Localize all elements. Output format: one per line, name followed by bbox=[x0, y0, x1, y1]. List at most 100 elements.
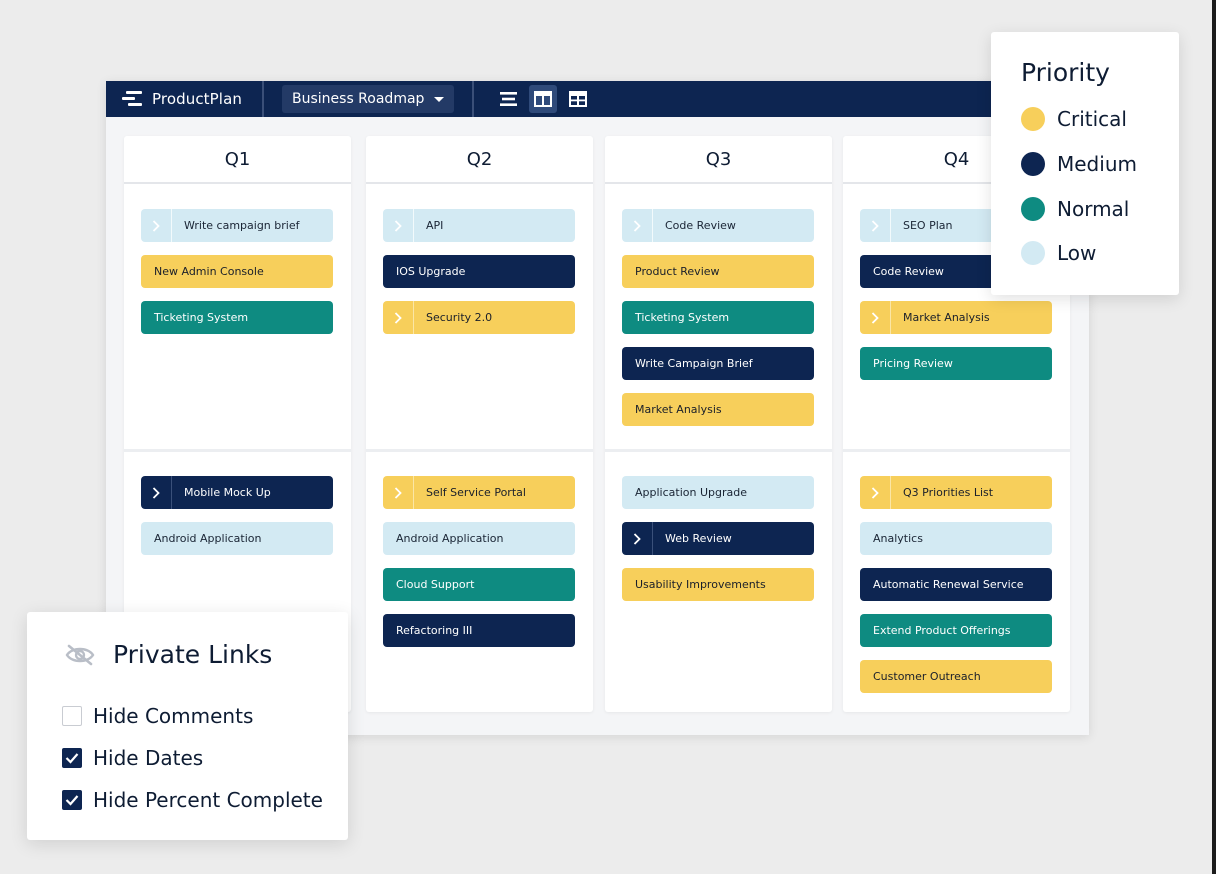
column-title: Q2 bbox=[366, 136, 593, 184]
medium-dot-icon bbox=[1021, 152, 1045, 176]
card-label: API bbox=[426, 219, 444, 232]
roadmap-card[interactable]: API bbox=[383, 209, 575, 242]
roadmap-card[interactable]: IOS Upgrade bbox=[383, 255, 575, 288]
legend-label: Normal bbox=[1057, 197, 1130, 221]
roadmap-card[interactable]: Market Analysis bbox=[860, 301, 1052, 334]
option-label: Hide Dates bbox=[93, 746, 204, 770]
table-view-icon bbox=[569, 91, 587, 107]
chevron-right-icon[interactable] bbox=[383, 301, 414, 334]
checkbox-checked-icon[interactable] bbox=[62, 790, 82, 810]
lane-divider bbox=[605, 449, 832, 452]
priority-legend: Priority Critical Medium Normal Low bbox=[991, 32, 1179, 295]
roadmap-card[interactable]: Refactoring III bbox=[383, 614, 575, 647]
hide-dates-option[interactable]: Hide Dates bbox=[62, 746, 203, 770]
roadmap-card[interactable]: Write campaign brief bbox=[141, 209, 333, 242]
roadmap-card[interactable]: Security 2.0 bbox=[383, 301, 575, 334]
lane-divider bbox=[366, 449, 593, 452]
chevron-right-icon[interactable] bbox=[141, 209, 172, 242]
chevron-right-icon[interactable] bbox=[622, 522, 653, 555]
roadmap-card[interactable]: Ticketing System bbox=[622, 301, 814, 334]
roadmap-card[interactable]: Product Review bbox=[622, 255, 814, 288]
legend-item-medium: Medium bbox=[1021, 152, 1137, 176]
roadmap-card[interactable]: Customer Outreach bbox=[860, 660, 1052, 693]
roadmap-select-value: Business Roadmap bbox=[292, 91, 425, 107]
card-label: Application Upgrade bbox=[635, 486, 747, 499]
roadmap-card[interactable]: Web Review bbox=[622, 522, 814, 555]
checkbox-unchecked-icon[interactable] bbox=[62, 706, 82, 726]
roadmap-card[interactable]: Analytics bbox=[860, 522, 1052, 555]
roadmap-select[interactable]: Business Roadmap bbox=[282, 85, 454, 113]
legend-title: Priority bbox=[1021, 58, 1110, 87]
card-label: Market Analysis bbox=[635, 403, 722, 416]
chevron-right-icon[interactable] bbox=[383, 476, 414, 509]
roadmap-card[interactable]: Android Application bbox=[141, 522, 333, 555]
roadmap-card[interactable]: Mobile Mock Up bbox=[141, 476, 333, 509]
card-label: Mobile Mock Up bbox=[184, 486, 271, 499]
card-label: Customer Outreach bbox=[873, 670, 981, 683]
chevron-right-icon[interactable] bbox=[860, 301, 891, 334]
card-label: IOS Upgrade bbox=[396, 265, 466, 278]
roadmap-card[interactable]: Automatic Renewal Service bbox=[860, 568, 1052, 601]
chevron-right-icon[interactable] bbox=[141, 476, 172, 509]
roadmap-card[interactable]: Q3 Priorities List bbox=[860, 476, 1052, 509]
toolbar-divider bbox=[262, 81, 264, 117]
board-view-button[interactable] bbox=[529, 85, 557, 113]
card-label: Code Review bbox=[665, 219, 736, 232]
card-label: Cloud Support bbox=[396, 578, 475, 591]
top-bar: ProductPlan Business Roadmap bbox=[106, 81, 1089, 117]
private-links-header: Private Links bbox=[65, 640, 272, 669]
brand[interactable]: ProductPlan bbox=[106, 81, 262, 117]
card-label: Write Campaign Brief bbox=[635, 357, 753, 370]
roadmap-card[interactable]: Usability Improvements bbox=[622, 568, 814, 601]
card-label: Ticketing System bbox=[154, 311, 249, 324]
normal-dot-icon bbox=[1021, 197, 1045, 221]
window-edge bbox=[1212, 0, 1216, 874]
legend-item-critical: Critical bbox=[1021, 107, 1127, 131]
critical-dot-icon bbox=[1021, 107, 1045, 131]
lane-divider bbox=[843, 449, 1070, 452]
roadmap-card[interactable]: Cloud Support bbox=[383, 568, 575, 601]
card-label: Usability Improvements bbox=[635, 578, 766, 591]
roadmap-card[interactable]: Market Analysis bbox=[622, 393, 814, 426]
card-label: Pricing Review bbox=[873, 357, 953, 370]
toolbar-divider bbox=[472, 81, 474, 117]
card-label: Extend Product Offerings bbox=[873, 624, 1011, 637]
chevron-right-icon[interactable] bbox=[622, 209, 653, 242]
column-title: Q1 bbox=[124, 136, 351, 184]
roadmap-card[interactable]: Ticketing System bbox=[141, 301, 333, 334]
roadmap-card[interactable]: Code Review bbox=[622, 209, 814, 242]
table-view-button[interactable] bbox=[564, 85, 592, 113]
roadmap-card[interactable]: New Admin Console bbox=[141, 255, 333, 288]
card-label: Android Application bbox=[396, 532, 504, 545]
roadmap-card[interactable]: Extend Product Offerings bbox=[860, 614, 1052, 647]
productplan-logo-icon bbox=[122, 91, 142, 107]
card-label: Market Analysis bbox=[903, 311, 990, 324]
card-label: Refactoring III bbox=[396, 624, 473, 637]
card-label: Android Application bbox=[154, 532, 262, 545]
list-view-button[interactable] bbox=[494, 85, 522, 113]
chevron-right-icon[interactable] bbox=[383, 209, 414, 242]
chevron-right-icon[interactable] bbox=[860, 209, 891, 242]
low-dot-icon bbox=[1021, 241, 1045, 265]
option-label: Hide Comments bbox=[93, 704, 254, 728]
board-view-icon bbox=[534, 91, 552, 107]
legend-label: Medium bbox=[1057, 152, 1137, 176]
card-label: Web Review bbox=[665, 532, 732, 545]
card-label: Automatic Renewal Service bbox=[873, 578, 1024, 591]
card-label: Self Service Portal bbox=[426, 486, 526, 499]
roadmap-card[interactable]: Write Campaign Brief bbox=[622, 347, 814, 380]
lane-divider bbox=[124, 449, 351, 452]
roadmap-card[interactable]: Pricing Review bbox=[860, 347, 1052, 380]
hide-comments-option[interactable]: Hide Comments bbox=[62, 704, 253, 728]
card-label: Analytics bbox=[873, 532, 923, 545]
private-links-panel: Private Links Hide Comments Hide Dates H… bbox=[27, 612, 348, 840]
column-q3: Q3 Code Review Product Review Ticketing … bbox=[605, 136, 832, 712]
roadmap-card[interactable]: Self Service Portal bbox=[383, 476, 575, 509]
hide-percent-complete-option[interactable]: Hide Percent Complete bbox=[62, 788, 323, 812]
roadmap-card[interactable]: Application Upgrade bbox=[622, 476, 814, 509]
checkbox-checked-icon[interactable] bbox=[62, 748, 82, 768]
column-title: Q3 bbox=[605, 136, 832, 184]
chevron-down-icon bbox=[434, 96, 445, 102]
chevron-right-icon[interactable] bbox=[860, 476, 891, 509]
roadmap-card[interactable]: Android Application bbox=[383, 522, 575, 555]
